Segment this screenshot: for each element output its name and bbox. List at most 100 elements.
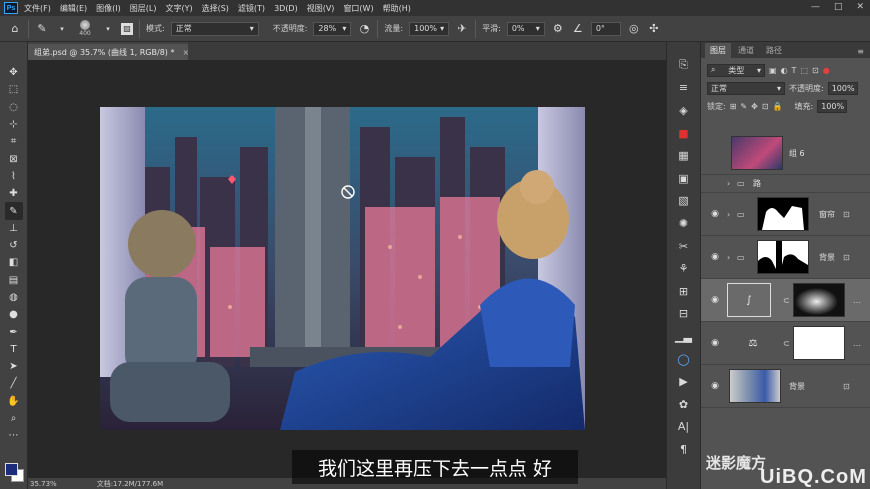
visibility-eye-icon[interactable]: ◉: [709, 252, 721, 262]
marquee-tool-icon[interactable]: ⬚: [5, 81, 23, 98]
layer-row[interactable]: 组 6: [701, 132, 870, 175]
flow-input[interactable]: 100% ▾: [409, 21, 450, 36]
move-tool-icon[interactable]: ✥: [5, 64, 23, 81]
layer-kind-filter[interactable]: ⌕ 类型 ▾: [707, 63, 765, 77]
layer-row[interactable]: › ▭ 路: [701, 175, 870, 193]
filter-type-icon[interactable]: T: [792, 66, 797, 75]
menu-type[interactable]: 文字(Y): [165, 3, 192, 14]
close-window-button[interactable]: ✕: [856, 2, 864, 12]
tool-presets-icon[interactable]: ✂: [674, 235, 694, 258]
filter-adjustment-icon[interactable]: ◐: [781, 66, 788, 75]
panel-menu-icon[interactable]: ≡: [857, 47, 864, 58]
histogram-icon[interactable]: ▁▃: [674, 325, 694, 348]
hand-tool-icon[interactable]: ✋: [5, 393, 23, 410]
lock-artboard-icon[interactable]: ⊡: [762, 102, 769, 111]
lasso-tool-icon[interactable]: ◌: [5, 99, 23, 116]
paragraph-panel-icon[interactable]: ¶: [674, 438, 694, 461]
expand-arrow-icon[interactable]: ›: [727, 210, 730, 219]
properties-panel-icon[interactable]: ⊞: [674, 280, 694, 303]
chain-link-icon[interactable]: ⊂: [783, 339, 790, 348]
visibility-eye-icon[interactable]: ◉: [709, 381, 721, 391]
adjustments-panel-icon[interactable]: ≡: [674, 77, 694, 100]
gradient-tool-icon[interactable]: ▤: [5, 272, 23, 289]
layer-opacity-input[interactable]: 100%: [827, 81, 858, 95]
fill-input[interactable]: 100%: [817, 99, 848, 113]
tab-channels[interactable]: 通道: [733, 43, 759, 58]
channels-mini-icon[interactable]: ⊟: [674, 303, 694, 326]
frame-tool-icon[interactable]: ⊠: [5, 150, 23, 167]
type-tool-icon[interactable]: T: [5, 341, 23, 358]
angle-input[interactable]: 0°: [590, 21, 621, 36]
tab-paths[interactable]: 路径: [761, 43, 787, 58]
menu-file[interactable]: 文件(F): [24, 3, 51, 14]
clone-source-icon[interactable]: ⚘: [674, 257, 694, 280]
mode-select[interactable]: 正常 ▾: [170, 21, 259, 36]
menu-help[interactable]: 帮助(H): [383, 3, 411, 14]
minimize-button[interactable]: —: [811, 2, 820, 12]
pressure-size-icon[interactable]: ◎: [627, 22, 641, 35]
character-panel-icon[interactable]: A|: [674, 416, 694, 439]
chevron-down-icon[interactable]: ▾: [55, 25, 69, 33]
expand-arrow-icon[interactable]: ›: [727, 179, 730, 188]
zoom-tool-icon[interactable]: ⌕: [5, 410, 23, 427]
airbrush-icon[interactable]: ✈: [455, 22, 469, 35]
tab-layers[interactable]: 图层: [705, 43, 731, 58]
menu-layer[interactable]: 图层(L): [130, 3, 157, 14]
brush-tool-icon[interactable]: ✎: [35, 22, 49, 35]
clone-stamp-tool-icon[interactable]: ⊥: [5, 220, 23, 237]
symmetry-icon[interactable]: ✣: [647, 22, 661, 35]
expand-arrow-icon[interactable]: ›: [727, 253, 730, 262]
path-select-tool-icon[interactable]: ➤: [5, 358, 23, 375]
line-tool-icon[interactable]: ╱: [5, 375, 23, 392]
blur-tool-icon[interactable]: ◍: [5, 289, 23, 306]
gradients-panel-icon[interactable]: ▣: [674, 167, 694, 190]
quick-select-tool-icon[interactable]: ⊹: [5, 116, 23, 133]
swatches-panel-icon[interactable]: ▦: [674, 144, 694, 167]
brush-preset-picker[interactable]: 400: [75, 20, 95, 37]
styles-panel-icon[interactable]: ✿: [674, 393, 694, 416]
home-icon[interactable]: ⌂: [8, 22, 22, 35]
visibility-eye-icon[interactable]: ◉: [709, 209, 721, 219]
color-panel-icon[interactable]: ■: [674, 122, 694, 145]
foreground-color-swatch[interactable]: [5, 463, 18, 476]
pen-tool-icon[interactable]: ✒: [5, 323, 23, 340]
canvas-image[interactable]: [100, 107, 585, 430]
eyedropper-tool-icon[interactable]: ⌇: [5, 168, 23, 185]
document-tab[interactable]: 组弟.psd @ 35.7% (曲线 1, RGB/8) * ×: [28, 42, 189, 60]
chain-link-icon[interactable]: ⊂: [783, 296, 790, 305]
smoothing-input[interactable]: 0% ▾: [506, 21, 545, 36]
crop-tool-icon[interactable]: ⌗: [5, 133, 23, 150]
more-tools-icon[interactable]: ⋯: [5, 427, 23, 444]
3d-panel-icon[interactable]: ◈: [674, 99, 694, 122]
gear-icon[interactable]: ⚙: [551, 22, 565, 35]
layer-row[interactable]: ◉ › ▭ 背景 ⊡: [701, 236, 870, 279]
lock-position-icon[interactable]: ✥: [751, 102, 758, 111]
layer-row[interactable]: ◉ › ▭ 窗帘 ⊡: [701, 193, 870, 236]
history-brush-tool-icon[interactable]: ↺: [5, 237, 23, 254]
menu-filter[interactable]: 滤镜(T): [238, 3, 265, 14]
lock-pixels-icon[interactable]: ⊞: [730, 102, 737, 111]
patterns-panel-icon[interactable]: ▧: [674, 190, 694, 213]
layer-row[interactable]: ◉ 背景 ⊡: [701, 365, 870, 408]
actions-play-icon[interactable]: ▶: [674, 370, 694, 393]
layer-row[interactable]: ◉ ∫ ⊂ …: [701, 279, 870, 322]
brushes-panel-icon[interactable]: ✺: [674, 212, 694, 235]
lock-paint-icon[interactable]: ✎: [740, 102, 747, 111]
dodge-tool-icon[interactable]: ●: [5, 306, 23, 323]
eraser-tool-icon[interactable]: ◧: [5, 254, 23, 271]
menu-window[interactable]: 窗口(W): [343, 3, 373, 14]
menu-image[interactable]: 图像(I): [96, 3, 121, 14]
filter-pixel-icon[interactable]: ▣: [769, 66, 777, 75]
history-panel-icon[interactable]: ⎘: [674, 54, 694, 77]
pressure-opacity-icon[interactable]: ◔: [357, 22, 371, 35]
filter-shape-icon[interactable]: ⬚: [800, 66, 808, 75]
zoom-level[interactable]: 35.73%: [30, 480, 57, 488]
menu-view[interactable]: 视图(V): [307, 3, 335, 14]
layer-row[interactable]: ◉ ⚖ ⊂ …: [701, 322, 870, 365]
filter-smart-icon[interactable]: ⊡: [812, 66, 819, 75]
menu-edit[interactable]: 编辑(E): [60, 3, 87, 14]
navigator-icon[interactable]: ◯: [674, 348, 694, 371]
menu-3d[interactable]: 3D(D): [274, 4, 298, 13]
canvas-area[interactable]: [28, 60, 666, 478]
brush-tool-icon[interactable]: ✎: [4, 202, 23, 220]
